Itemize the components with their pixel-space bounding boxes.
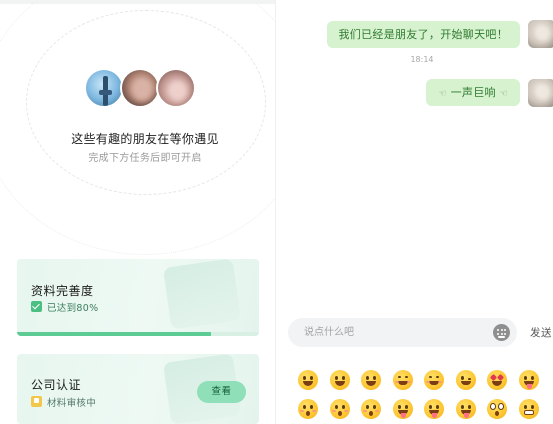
emoji-face xyxy=(424,370,444,390)
avatar xyxy=(156,68,196,108)
wink-emoji-icon[interactable] xyxy=(455,370,488,399)
relaxed-emoji-icon[interactable] xyxy=(424,370,456,399)
emoji-face xyxy=(487,399,507,419)
emoji-face xyxy=(518,370,539,390)
emoji-face xyxy=(298,370,318,390)
task-status: 材料审核中 xyxy=(47,398,97,409)
task-status: 已达到80% xyxy=(47,303,99,314)
squinting-tongue-emoji-icon[interactable] xyxy=(424,399,456,424)
emoji-face xyxy=(361,399,381,419)
avatar[interactable] xyxy=(528,79,553,107)
message-timestamp: 18:14 xyxy=(410,55,434,64)
progress-bar xyxy=(17,332,211,336)
avatar xyxy=(84,68,124,108)
heart-eyes-emoji-icon[interactable] xyxy=(487,370,519,399)
message-bubble[interactable]: ☜ 一声巨响 ☜ xyxy=(426,79,520,106)
emoji-face xyxy=(455,399,476,419)
grinning-emoji-icon[interactable] xyxy=(298,370,330,399)
avatar[interactable] xyxy=(528,20,553,48)
blush-smile-emoji-icon[interactable] xyxy=(392,370,425,399)
send-button[interactable]: 发送 xyxy=(530,325,552,340)
document-illustration xyxy=(163,259,241,330)
message-bubble[interactable]: 我们已经是朋友了，开始聊天吧！ xyxy=(326,21,520,48)
emoji-face xyxy=(298,399,318,419)
emoji-face xyxy=(392,370,413,390)
emoji-face xyxy=(392,399,413,419)
kissing-emoji-icon[interactable] xyxy=(329,399,362,424)
lock-icon xyxy=(31,396,42,407)
message-text: 一声巨响 xyxy=(450,86,496,99)
check-icon xyxy=(31,301,42,312)
message-input[interactable] xyxy=(304,318,484,347)
smile-emoji-icon[interactable] xyxy=(361,370,393,399)
kissing-closed-eyes-emoji-icon[interactable] xyxy=(298,399,330,424)
discover-panel: 这些有趣的朋友在等你遇见 完成下方任务后即可开启 资料完善度 已达到80% 公司… xyxy=(0,0,275,424)
emoji-face xyxy=(424,399,444,419)
task-card-profile[interactable]: 资料完善度 已达到80% xyxy=(17,259,259,336)
task-title: 资料完善度 xyxy=(31,284,94,298)
emoji-face xyxy=(455,370,476,390)
keyboard-icon[interactable] xyxy=(493,324,510,341)
pointing-hand-icon: ☜ xyxy=(438,89,447,99)
chat-panel: 我们已经是朋友了，开始聊天吧！ 18:14 ☜ 一声巨响 ☜ 发送 xyxy=(276,0,553,424)
stuck-out-tongue-emoji-icon[interactable] xyxy=(455,399,488,424)
grinning-big-emoji-icon[interactable] xyxy=(329,370,362,399)
message-text: 我们已经是朋友了，开始聊天吧！ xyxy=(338,28,508,41)
emoji-face xyxy=(329,399,350,419)
message-input-box[interactable] xyxy=(288,318,517,347)
friend-avatars xyxy=(84,68,204,110)
emoji-panel xyxy=(298,370,553,424)
progress-track xyxy=(17,332,259,336)
grimacing-emoji-icon[interactable] xyxy=(518,399,551,424)
emoji-face xyxy=(518,399,539,419)
emoji-face xyxy=(329,370,350,390)
view-button[interactable]: 查看 xyxy=(197,381,246,403)
kissing-smiling-emoji-icon[interactable] xyxy=(361,399,393,424)
flushed-emoji-icon[interactable] xyxy=(487,399,519,424)
emoji-face xyxy=(361,370,381,390)
tongue-wink-emoji-icon[interactable] xyxy=(518,370,551,399)
discover-subtitle: 完成下方任务后即可开启 xyxy=(88,153,202,164)
emoji-face xyxy=(487,370,507,390)
avatar xyxy=(120,68,160,108)
discover-title: 这些有趣的朋友在等你遇见 xyxy=(71,132,219,146)
stuck-out-tongue-wink-emoji-icon[interactable] xyxy=(392,399,425,424)
task-title: 公司认证 xyxy=(31,378,82,392)
task-card-company[interactable]: 公司认证 材料审核中 查看 xyxy=(17,354,259,424)
pointing-hand-icon: ☜ xyxy=(499,89,508,99)
